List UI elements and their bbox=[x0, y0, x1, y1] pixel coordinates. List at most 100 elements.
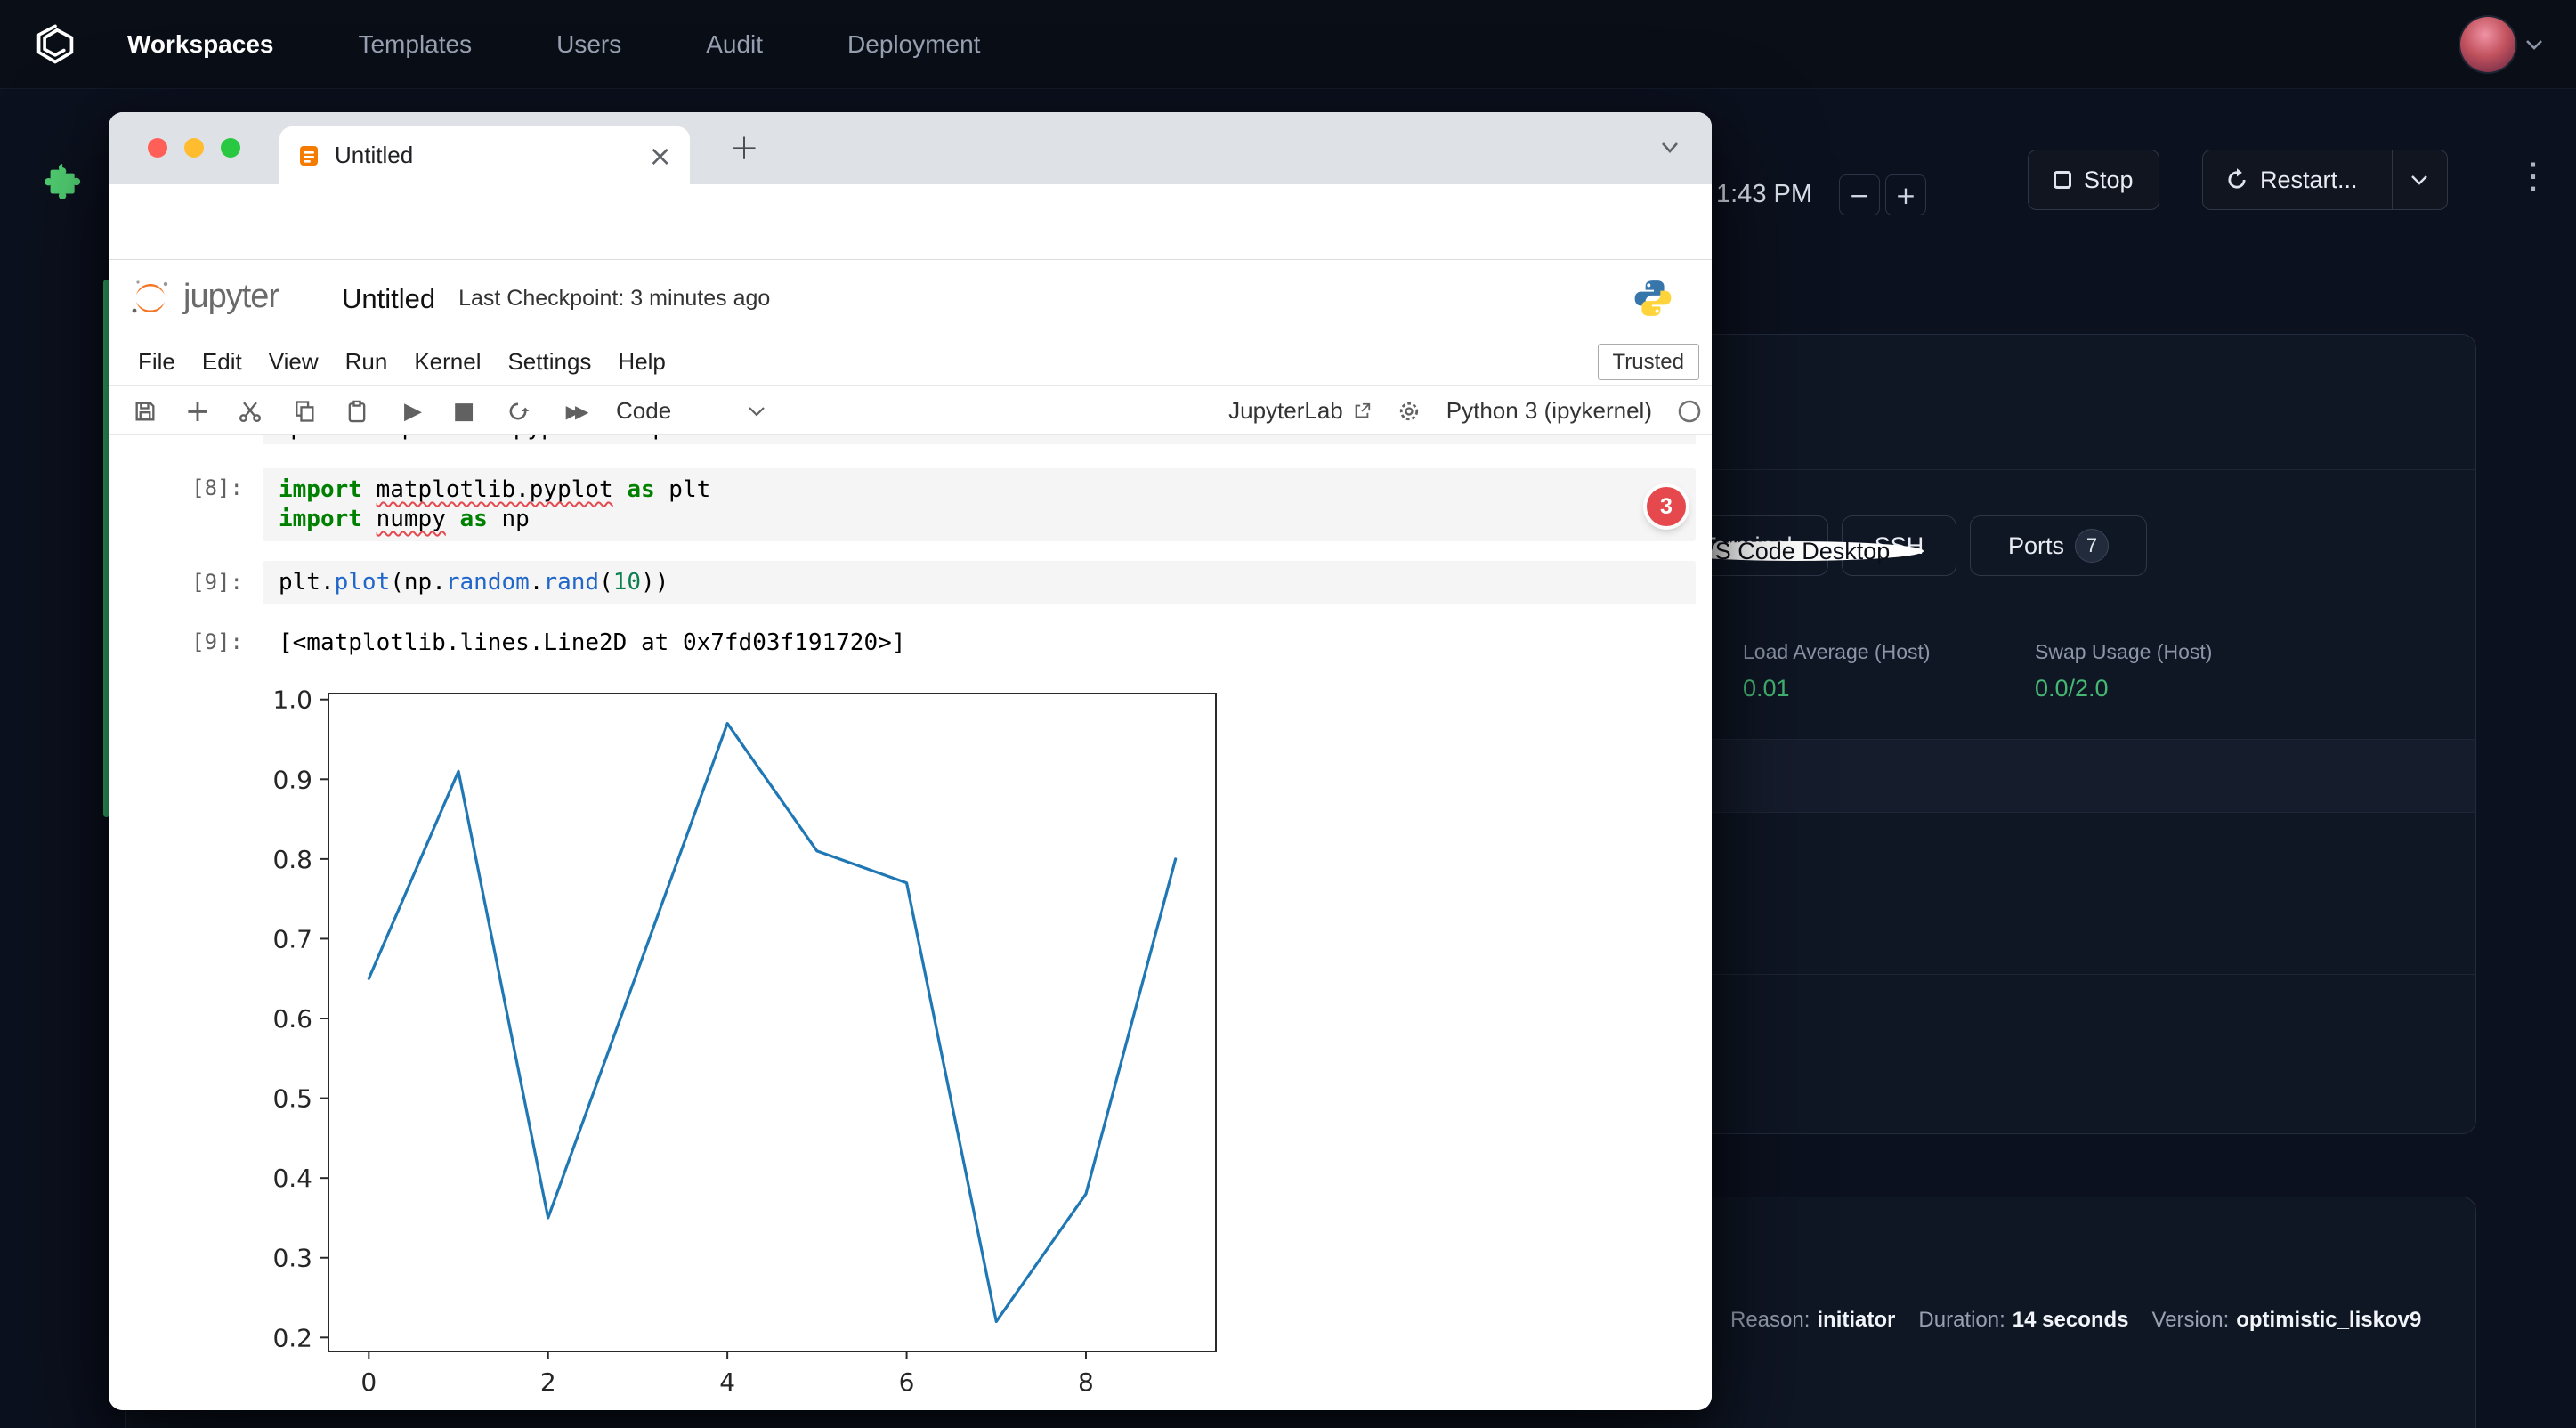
menu-item-kernel[interactable]: Kernel bbox=[401, 348, 494, 376]
chevron-down-icon bbox=[2410, 174, 2428, 185]
zoom-in-button[interactable]: + bbox=[1885, 174, 1926, 215]
restart-button-group: Restart... bbox=[2202, 150, 2448, 210]
scrolled-cell-fragment: import matplotlib.pyplot as plt bbox=[263, 435, 1696, 444]
svg-text:0: 0 bbox=[360, 1367, 377, 1397]
stat-label: Load Average (Host) bbox=[1743, 640, 1931, 664]
stop-icon bbox=[2054, 171, 2071, 189]
svg-text:0.8: 0.8 bbox=[272, 845, 312, 874]
browser-tab[interactable]: Untitled × bbox=[279, 126, 690, 184]
svg-text:0.4: 0.4 bbox=[272, 1164, 312, 1193]
copy-cells-button[interactable] bbox=[288, 394, 321, 428]
browser-toolbar: ← → 5555--main--test--matifali.atif.cdr.… bbox=[109, 184, 1712, 260]
python-logo bbox=[1632, 278, 1673, 319]
paste-cells-button[interactable] bbox=[340, 394, 374, 428]
notebook-cells: import matplotlib.pyplot as plt [8]: imp… bbox=[109, 435, 1712, 1410]
stat-value: 0.0/2.0 bbox=[2035, 675, 2212, 702]
menu-item-file[interactable]: File bbox=[125, 348, 189, 376]
stat-label: Swap Usage (Host) bbox=[2035, 640, 2212, 664]
input-prompt: [8]: bbox=[109, 475, 243, 500]
code-cell-8[interactable]: import matplotlib.pyplot as pltimport nu… bbox=[263, 468, 1696, 541]
stat-load-average: Load Average (Host) 0.01 bbox=[1743, 640, 1931, 702]
run-cell-button[interactable]: ▶ bbox=[396, 394, 430, 428]
svg-text:1.0: 1.0 bbox=[272, 686, 312, 715]
workspace-overflow-menu[interactable]: ⋮ bbox=[2515, 158, 2551, 194]
stat-swap-usage: Swap Usage (Host) 0.0/2.0 bbox=[2035, 640, 2212, 702]
notebook-header: jupyter Untitled Last Checkpoint: 3 minu… bbox=[109, 260, 1712, 337]
restart-icon bbox=[2224, 167, 2249, 192]
execution-queue-badge: 3 bbox=[1647, 487, 1686, 526]
input-prompt: [9]: bbox=[109, 570, 243, 595]
menu-item-settings[interactable]: Settings bbox=[494, 348, 604, 376]
window-close-button[interactable] bbox=[148, 138, 167, 158]
svg-text:0.7: 0.7 bbox=[272, 924, 312, 953]
kernel-status-icon bbox=[1677, 399, 1702, 424]
build-duration: Duration:14 seconds bbox=[1918, 1308, 2128, 1333]
window-zoom-button[interactable] bbox=[221, 138, 240, 158]
primary-nav: Workspaces Templates Users Audit Deploym… bbox=[127, 30, 980, 59]
ports-count-badge: 7 bbox=[2075, 529, 2109, 563]
svg-text:0.6: 0.6 bbox=[272, 1004, 312, 1034]
external-link-icon bbox=[1352, 402, 1372, 421]
code-cell-9[interactable]: plt.plot(np.random.rand(10)) bbox=[263, 561, 1696, 604]
menu-item-help[interactable]: Help bbox=[604, 348, 678, 376]
output-prompt: [9]: bbox=[109, 629, 243, 654]
menu-item-edit[interactable]: Edit bbox=[189, 348, 255, 376]
menu-item-view[interactable]: View bbox=[255, 348, 332, 376]
stop-button[interactable]: Stop bbox=[2028, 150, 2159, 210]
workspace-clock: 1:43 PM bbox=[1716, 180, 1812, 209]
stop-label: Stop bbox=[2084, 166, 2134, 194]
restart-label: Restart... bbox=[2260, 166, 2358, 194]
browser-window: Untitled × + ← → 5555--main--test--matif… bbox=[109, 112, 1712, 1410]
nav-item-workspaces[interactable]: Workspaces bbox=[127, 30, 273, 59]
add-cell-button[interactable]: + bbox=[181, 394, 215, 428]
ports-label: Ports bbox=[2008, 532, 2064, 560]
run-all-button[interactable]: ▶▶ bbox=[554, 394, 596, 428]
save-button[interactable] bbox=[128, 394, 162, 428]
kernel-name[interactable]: Python 3 (ipykernel) bbox=[1446, 397, 1652, 425]
nav-item-users[interactable]: Users bbox=[556, 30, 621, 59]
notebook-favicon bbox=[297, 144, 320, 167]
interrupt-kernel-button[interactable]: ■ bbox=[447, 394, 481, 428]
menu-item-run[interactable]: Run bbox=[332, 348, 401, 376]
nav-item-templates[interactable]: Templates bbox=[358, 30, 472, 59]
restart-dropdown-button[interactable] bbox=[2392, 150, 2447, 209]
svg-text:0.3: 0.3 bbox=[272, 1244, 312, 1273]
restart-button[interactable]: Restart... bbox=[2203, 150, 2379, 209]
puzzle-extension-icon[interactable] bbox=[37, 160, 82, 205]
svg-text:0.9: 0.9 bbox=[272, 765, 312, 794]
notebook-toolbar: + ▶ ■ ▶▶ Code JupyterLab bbox=[109, 386, 1712, 435]
kernel-settings-gear-icon[interactable] bbox=[1397, 399, 1422, 424]
trusted-badge[interactable]: Trusted bbox=[1598, 344, 1699, 380]
nav-item-deployment[interactable]: Deployment bbox=[847, 30, 980, 59]
ports-button[interactable]: Ports 7 bbox=[1970, 515, 2147, 576]
tab-close-button[interactable]: × bbox=[648, 142, 672, 170]
jupyter-logo bbox=[130, 278, 171, 319]
output-text: [<matplotlib.lines.Line2D at 0x7fd03f191… bbox=[279, 629, 905, 656]
jupyterlab-link[interactable]: JupyterLab bbox=[1228, 397, 1372, 425]
matplotlib-figure: 024680.20.30.40.50.60.70.80.91.0 bbox=[242, 673, 1266, 1403]
build-version: Version:optimistic_liskov9 bbox=[2152, 1308, 2422, 1333]
jupyter-wordmark: jupyter bbox=[183, 278, 279, 316]
svg-text:2: 2 bbox=[540, 1367, 556, 1397]
cut-cells-button[interactable] bbox=[233, 394, 267, 428]
window-minimize-button[interactable] bbox=[184, 138, 204, 158]
build-info-row: Reason:initiator Duration:14 seconds Ver… bbox=[1730, 1308, 2421, 1333]
avatar-chevron-icon[interactable] bbox=[2524, 38, 2544, 51]
svg-text:4: 4 bbox=[719, 1367, 735, 1397]
coder-logo[interactable] bbox=[32, 23, 78, 66]
svg-text:6: 6 bbox=[899, 1367, 915, 1397]
build-reason: Reason:initiator bbox=[1730, 1308, 1895, 1333]
tabstrip-chevron-icon[interactable] bbox=[1659, 141, 1681, 155]
svg-text:8: 8 bbox=[1078, 1367, 1094, 1397]
checkpoint-text: Last Checkpoint: 3 minutes ago bbox=[458, 286, 770, 312]
notebook-title[interactable]: Untitled bbox=[342, 283, 435, 315]
top-nav: Workspaces Templates Users Audit Deploym… bbox=[0, 0, 2576, 89]
nav-item-audit[interactable]: Audit bbox=[706, 30, 763, 59]
new-tab-button[interactable]: + bbox=[721, 125, 767, 171]
stat-value: 0.01 bbox=[1743, 675, 1931, 702]
restart-kernel-button[interactable] bbox=[501, 394, 535, 428]
user-avatar[interactable] bbox=[2460, 17, 2515, 72]
jupyter-notebook: jupyter Untitled Last Checkpoint: 3 minu… bbox=[109, 260, 1712, 1410]
cell-type-dropdown[interactable]: Code bbox=[616, 386, 766, 435]
zoom-out-button[interactable]: − bbox=[1839, 174, 1880, 215]
